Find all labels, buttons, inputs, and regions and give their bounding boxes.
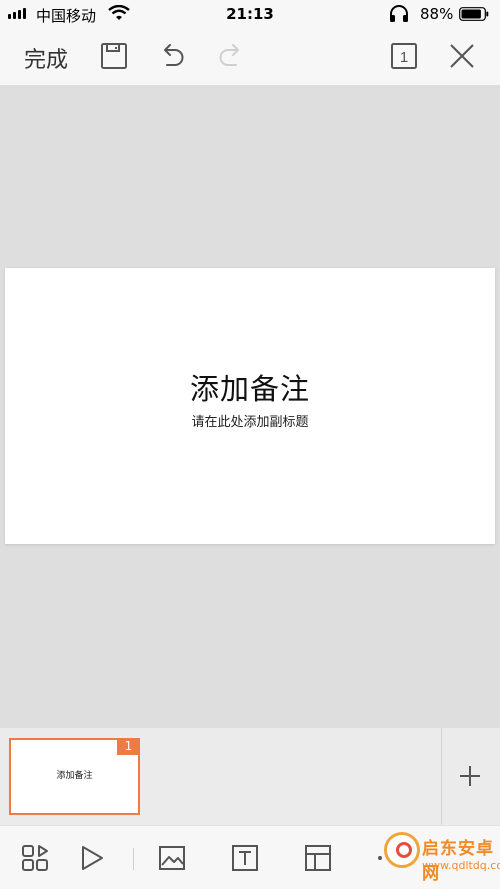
slide-count-label: 1: [400, 49, 408, 66]
battery-icon: [459, 7, 489, 21]
top-toolbar: 完成 1: [0, 28, 500, 85]
watermark-url: www.qdltdq.com: [422, 859, 500, 872]
text-box-icon[interactable]: [231, 844, 259, 872]
layout-icon[interactable]: [304, 844, 332, 872]
status-bar: 中国移动 21:13 88%: [0, 0, 500, 28]
close-icon[interactable]: [446, 40, 478, 72]
save-icon[interactable]: [98, 40, 130, 72]
divider: [133, 848, 134, 870]
slide-number-badge: 1: [117, 738, 140, 755]
slide-canvas[interactable]: 添加备注 请在此处添加副标题: [0, 85, 500, 728]
battery-percent: 88%: [420, 5, 454, 23]
done-button[interactable]: 完成: [24, 42, 68, 74]
redo-icon[interactable]: [214, 40, 246, 72]
slide-title[interactable]: 添加备注: [5, 366, 495, 408]
slide[interactable]: 添加备注 请在此处添加副标题: [5, 268, 495, 544]
headphones-icon: [388, 5, 410, 27]
undo-icon[interactable]: [157, 40, 189, 72]
image-icon[interactable]: [158, 844, 186, 872]
play-icon[interactable]: [78, 844, 106, 872]
watermark-icon: [384, 832, 420, 868]
add-slide-icon[interactable]: [456, 762, 484, 790]
slide-thumbnail[interactable]: 1 添加备注: [9, 738, 140, 815]
app-window: 中国移动 21:13 88% 完成 1 添加备注 请在此处添加副标题 1 添加备…: [0, 0, 500, 889]
thumbnail-title: 添加备注: [56, 771, 93, 781]
thumbnail-strip: 1 添加备注: [0, 728, 500, 825]
slides-grid-icon[interactable]: [21, 844, 49, 872]
slide-subtitle[interactable]: 请在此处添加副标题: [5, 411, 495, 430]
divider: [441, 728, 442, 825]
slide-count-button[interactable]: 1: [388, 40, 420, 72]
watermark-logo: 启东安卓网 www.qdltdq.com: [378, 828, 500, 886]
